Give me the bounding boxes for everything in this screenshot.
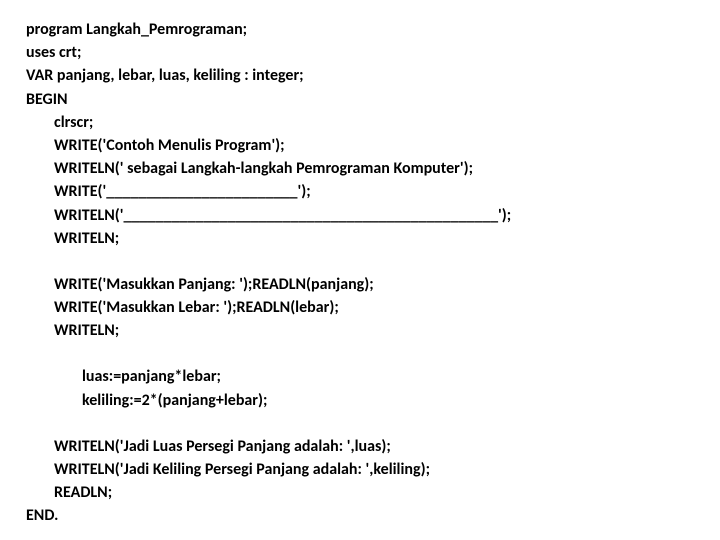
code-line: WRITELN('_______________________________…	[26, 204, 694, 227]
code-line: WRITE('Masukkan Panjang: ');READLN(panja…	[26, 273, 694, 296]
code-line: uses crt;	[26, 41, 694, 64]
code-line: keliling:=2*(panjang+lebar);	[26, 389, 694, 412]
code-line: WRITELN;	[26, 227, 694, 250]
code-line: WRITE('Masukkan Lebar: ');READLN(lebar);	[26, 296, 694, 319]
code-line: luas:=panjang*lebar;	[26, 365, 694, 388]
code-line: READLN;	[26, 481, 694, 504]
blank-line	[26, 250, 694, 273]
code-line: WRITELN(' sebagai Langkah-langkah Pemrog…	[26, 157, 694, 180]
code-line: WRITELN;	[26, 319, 694, 342]
code-line: program Langkah_Pemrograman;	[26, 18, 694, 41]
code-line: VAR panjang, lebar, luas, keliling : int…	[26, 64, 694, 87]
code-line: BEGIN	[26, 88, 694, 111]
code-line: clrscr;	[26, 111, 694, 134]
blank-line	[26, 412, 694, 435]
code-line: WRITE('________________________');	[26, 180, 694, 203]
code-line: END.	[26, 504, 694, 527]
code-line: WRITELN('Jadi Keliling Persegi Panjang a…	[26, 458, 694, 481]
code-line: WRITELN('Jadi Luas Persegi Panjang adala…	[26, 435, 694, 458]
blank-line	[26, 342, 694, 365]
code-line: WRITE('Contoh Menulis Program');	[26, 134, 694, 157]
